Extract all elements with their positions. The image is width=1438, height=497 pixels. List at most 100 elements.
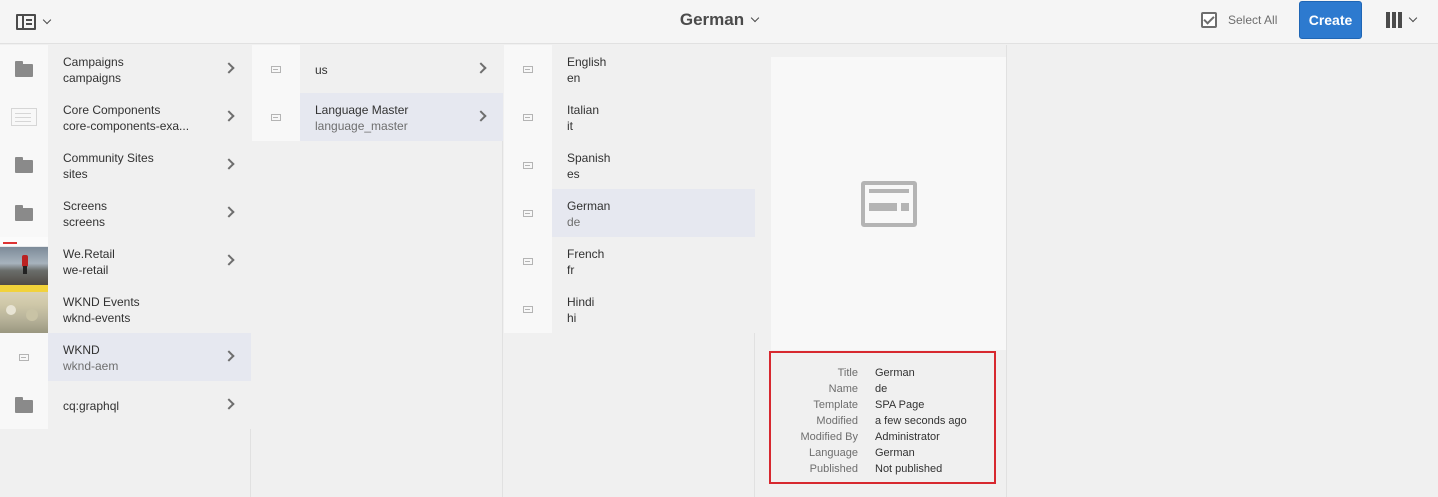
column-item[interactable]: WKND Events wknd-events bbox=[0, 285, 251, 333]
item-thumbnail bbox=[252, 45, 300, 93]
column-item-content: We.Retail we-retail bbox=[48, 237, 251, 285]
item-thumbnail bbox=[0, 237, 48, 285]
item-title: Hindi bbox=[567, 295, 595, 309]
rail-toggle-button[interactable] bbox=[16, 11, 62, 33]
column-item[interactable]: Language Master language_master bbox=[252, 93, 503, 141]
column-item[interactable]: We.Retail we-retail bbox=[0, 237, 251, 285]
view-switcher-button[interactable] bbox=[1386, 12, 1418, 28]
column-item[interactable]: WKND wknd-aem bbox=[0, 333, 251, 381]
item-thumbnail bbox=[504, 189, 552, 237]
item-title: Screens bbox=[63, 199, 108, 213]
column-item-content: English en bbox=[552, 45, 755, 93]
item-name: fr bbox=[567, 263, 575, 277]
chevron-right-icon bbox=[223, 110, 235, 122]
item-name: sites bbox=[63, 167, 88, 181]
column-3: English en Italian it Spanish es German de Frenc… bbox=[504, 45, 755, 497]
folder-icon bbox=[15, 205, 33, 221]
metadata-key: Language bbox=[809, 447, 858, 459]
item-thumbnail bbox=[504, 93, 552, 141]
item-name: hi bbox=[567, 311, 577, 325]
item-title: French bbox=[567, 247, 605, 261]
item-name: we-retail bbox=[63, 263, 109, 277]
metadata-value: de bbox=[875, 383, 888, 395]
item-thumbnail bbox=[0, 333, 48, 381]
metadata-value: Administrator bbox=[875, 431, 940, 443]
metadata-key: Modified By bbox=[800, 431, 858, 443]
column-item[interactable]: us bbox=[252, 45, 503, 93]
metadata-value: German bbox=[875, 447, 915, 459]
metadata-row: Title German bbox=[771, 365, 994, 381]
checkbox-icon bbox=[1201, 12, 1217, 28]
page-title: German bbox=[679, 10, 745, 29]
item-title: WKND bbox=[63, 343, 100, 357]
chevron-down-icon bbox=[1408, 13, 1418, 23]
item-name: en bbox=[567, 71, 581, 85]
metadata-row: Name de bbox=[771, 381, 994, 397]
column-item-content: Community Sites sites bbox=[48, 141, 251, 189]
item-title: Campaigns bbox=[63, 55, 124, 69]
page-icon bbox=[19, 353, 29, 361]
item-title: English bbox=[567, 55, 607, 69]
folder-icon bbox=[15, 397, 33, 413]
create-button[interactable]: Create bbox=[1299, 1, 1362, 39]
chevron-down-icon bbox=[750, 13, 760, 23]
column-item[interactable]: Campaigns campaigns bbox=[0, 45, 251, 93]
column-item[interactable]: Spanish es bbox=[504, 141, 755, 189]
column-1: Campaigns campaigns Core Components core-co… bbox=[0, 45, 251, 497]
select-all-button[interactable]: Select All bbox=[1201, 12, 1277, 28]
column-item-content: Italian it bbox=[552, 93, 755, 141]
item-title: We.Retail bbox=[63, 247, 115, 261]
preview-thumbnail bbox=[771, 57, 1006, 350]
metadata-key: Modified bbox=[816, 415, 858, 427]
item-name: language_master bbox=[315, 119, 408, 133]
column-item-content: Screens screens bbox=[48, 189, 251, 237]
column-item[interactable]: Core Components core-components-exa... bbox=[0, 93, 251, 141]
column-item-content: us bbox=[300, 45, 503, 93]
column-item[interactable]: Italian it bbox=[504, 93, 755, 141]
chevron-right-icon bbox=[223, 350, 235, 362]
page-icon bbox=[523, 257, 533, 265]
item-name: screens bbox=[63, 215, 106, 229]
column-item[interactable]: Hindi hi bbox=[504, 285, 755, 333]
column-item[interactable]: English en bbox=[504, 45, 755, 93]
chevron-right-icon bbox=[223, 62, 235, 74]
chevron-right-icon bbox=[223, 158, 235, 170]
metadata-row: Published Not published bbox=[771, 461, 994, 477]
item-thumbnail bbox=[0, 189, 48, 237]
column-view-icon bbox=[1386, 12, 1402, 28]
core-components-icon bbox=[11, 108, 37, 126]
column-item-content: Language Master language_master bbox=[300, 93, 503, 141]
item-thumbnail bbox=[0, 45, 48, 93]
column-item[interactable]: Community Sites sites bbox=[0, 141, 251, 189]
item-name: es bbox=[567, 167, 580, 181]
item-name: core-components-exa... bbox=[63, 119, 190, 133]
column-item[interactable]: cq:graphql bbox=[0, 381, 251, 429]
page-metadata: Title German Name de Template SPA Page Modifie… bbox=[769, 351, 996, 484]
column-item-content: Spanish es bbox=[552, 141, 755, 189]
metadata-value: a few seconds ago bbox=[875, 415, 967, 427]
item-thumbnail bbox=[0, 141, 48, 189]
item-name: wknd-aem bbox=[63, 359, 119, 373]
page-icon bbox=[271, 113, 281, 121]
column-item-content: French fr bbox=[552, 237, 755, 285]
column-item[interactable]: German de bbox=[504, 189, 755, 237]
item-thumbnail bbox=[504, 45, 552, 93]
metadata-value: Not published bbox=[875, 463, 943, 475]
item-title: Spanish bbox=[567, 151, 611, 165]
item-thumbnail bbox=[0, 285, 48, 333]
column-item[interactable]: French fr bbox=[504, 237, 755, 285]
metadata-row: Template SPA Page bbox=[771, 397, 994, 413]
page-title-dropdown[interactable]: German bbox=[679, 10, 760, 30]
column-item-content: German de bbox=[552, 189, 755, 237]
metadata-row: Language German bbox=[771, 445, 994, 461]
metadata-row: Modified a few seconds ago bbox=[771, 413, 994, 429]
chevron-down-icon bbox=[42, 15, 52, 25]
page-icon bbox=[523, 113, 533, 121]
item-title: Language Master bbox=[315, 103, 409, 117]
item-title: Community Sites bbox=[63, 151, 154, 165]
select-all-label: Select All bbox=[1228, 13, 1278, 27]
page-icon bbox=[523, 65, 533, 73]
metadata-key: Name bbox=[828, 383, 858, 395]
column-item[interactable]: Screens screens bbox=[0, 189, 251, 237]
column-item-content: Core Components core-components-exa... bbox=[48, 93, 251, 141]
